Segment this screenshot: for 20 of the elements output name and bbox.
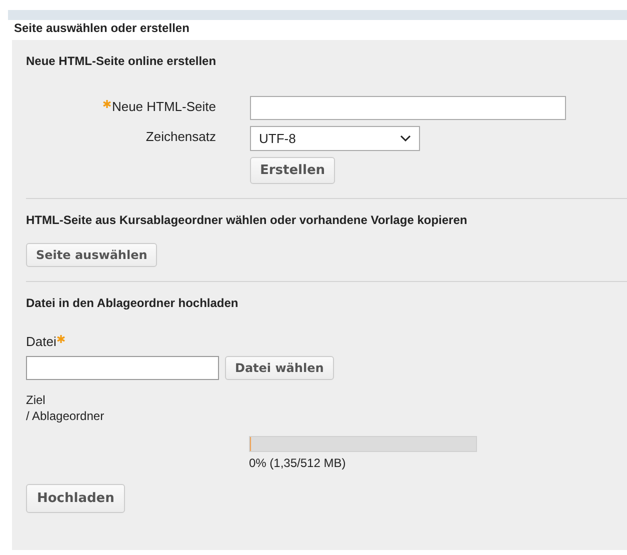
quota-reading: 0% (1,35/512 MB)	[249, 456, 346, 470]
create-button[interactable]: Erstellen	[250, 157, 336, 184]
field-label: Datei	[26, 334, 66, 350]
field-label: Zeichensatz	[146, 128, 216, 144]
target-label: Ziel	[26, 392, 46, 408]
required-asterisk-icon	[102, 100, 111, 108]
field-label: Neue HTML-Seite	[102, 96, 216, 114]
page-name-field[interactable]	[250, 96, 566, 120]
section-heading: Datei in den Ablageordner hochladen	[26, 296, 238, 310]
section-heading: HTML-Seite aus Kursablageordner wählen oder vorhandene Vorlage kopieren	[26, 213, 468, 227]
file-field[interactable]	[26, 356, 219, 380]
charset-dropdown[interactable]: UTF-8	[250, 126, 420, 151]
required-asterisk-icon	[57, 335, 66, 343]
dialog-title: Seite auswählen oder erstellen	[14, 20, 190, 36]
select-page-button[interactable]: Seite auswählen	[26, 243, 158, 267]
section-heading: Neue HTML-Seite online erstellen	[26, 54, 216, 68]
target-path: / Ablageordner	[26, 408, 104, 424]
choose-file-button[interactable]: Datei wählen	[225, 356, 334, 380]
upload-button[interactable]: Hochladen	[26, 484, 126, 513]
chevron-down-icon	[400, 135, 411, 142]
